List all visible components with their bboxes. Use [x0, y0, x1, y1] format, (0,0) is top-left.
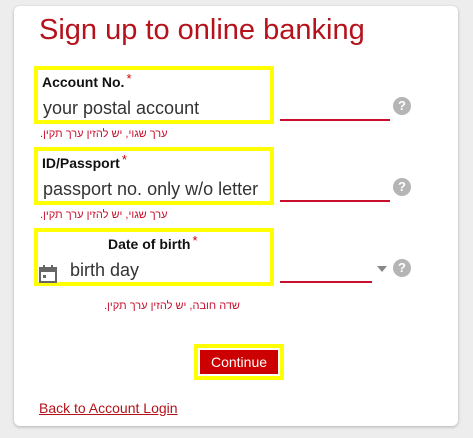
account-help-icon[interactable]: ?: [393, 97, 411, 115]
continue-button[interactable]: Continue: [200, 350, 278, 374]
continue-button-highlight: Continue: [194, 344, 284, 380]
account-input-underline: [280, 119, 390, 121]
page-title: Sign up to online banking: [39, 14, 365, 46]
required-mark: *: [126, 71, 132, 86]
account-label: Account No. *: [42, 71, 132, 90]
account-error: ערך שגוי, יש להזין ערך תקין.: [40, 128, 168, 140]
id-error: ערך שגוי, יש להזין ערך תקין.: [40, 209, 168, 221]
dob-input-underline: [280, 281, 372, 283]
id-input[interactable]: passport no. only w/o letter: [43, 179, 258, 200]
account-input[interactable]: your postal account: [43, 98, 199, 119]
id-label: ID/Passport *: [42, 152, 127, 171]
dob-help-icon[interactable]: ?: [393, 259, 411, 277]
dob-error: שדה חובה, יש להזין ערך תקין.: [104, 300, 240, 312]
required-mark: *: [192, 233, 198, 248]
dob-input[interactable]: birth day: [70, 260, 139, 281]
required-mark: *: [121, 152, 127, 167]
calendar-icon[interactable]: [38, 264, 58, 284]
id-input-underline: [280, 200, 390, 202]
chevron-down-icon[interactable]: [377, 266, 387, 272]
id-help-icon[interactable]: ?: [393, 178, 411, 196]
dob-label: Date of birth *: [108, 233, 198, 252]
back-to-login-link[interactable]: Back to Account Login: [39, 400, 178, 416]
